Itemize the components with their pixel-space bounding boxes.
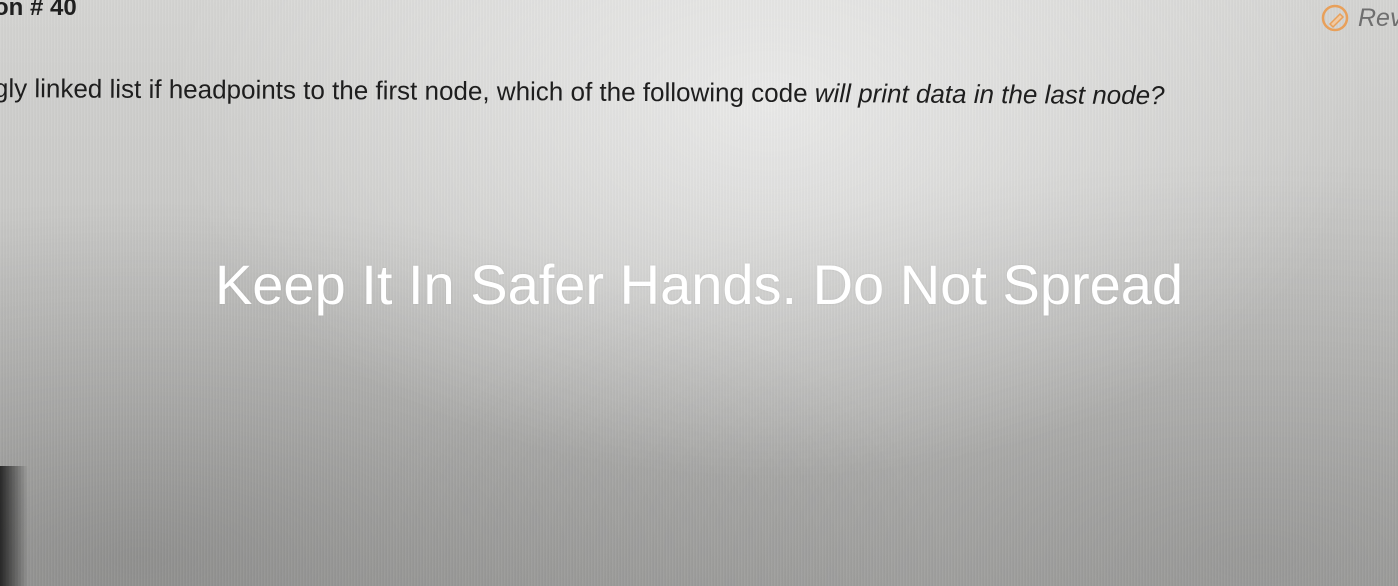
watermark-text: Keep It In Safer Hands. Do Not Spread xyxy=(214,253,1184,316)
question-text: gly linked list if headpoints to the fir… xyxy=(0,73,1165,111)
corner-shadow xyxy=(0,466,28,586)
question-text-part2: will print data in the last node? xyxy=(814,78,1165,111)
review-button[interactable]: Revi xyxy=(1320,2,1398,34)
question-number: on # 40 xyxy=(0,0,77,21)
question-text-part1: gly linked list if headpoints to the fir… xyxy=(0,73,815,109)
review-label: Revi xyxy=(1357,3,1398,32)
review-edit-icon xyxy=(1320,2,1352,34)
